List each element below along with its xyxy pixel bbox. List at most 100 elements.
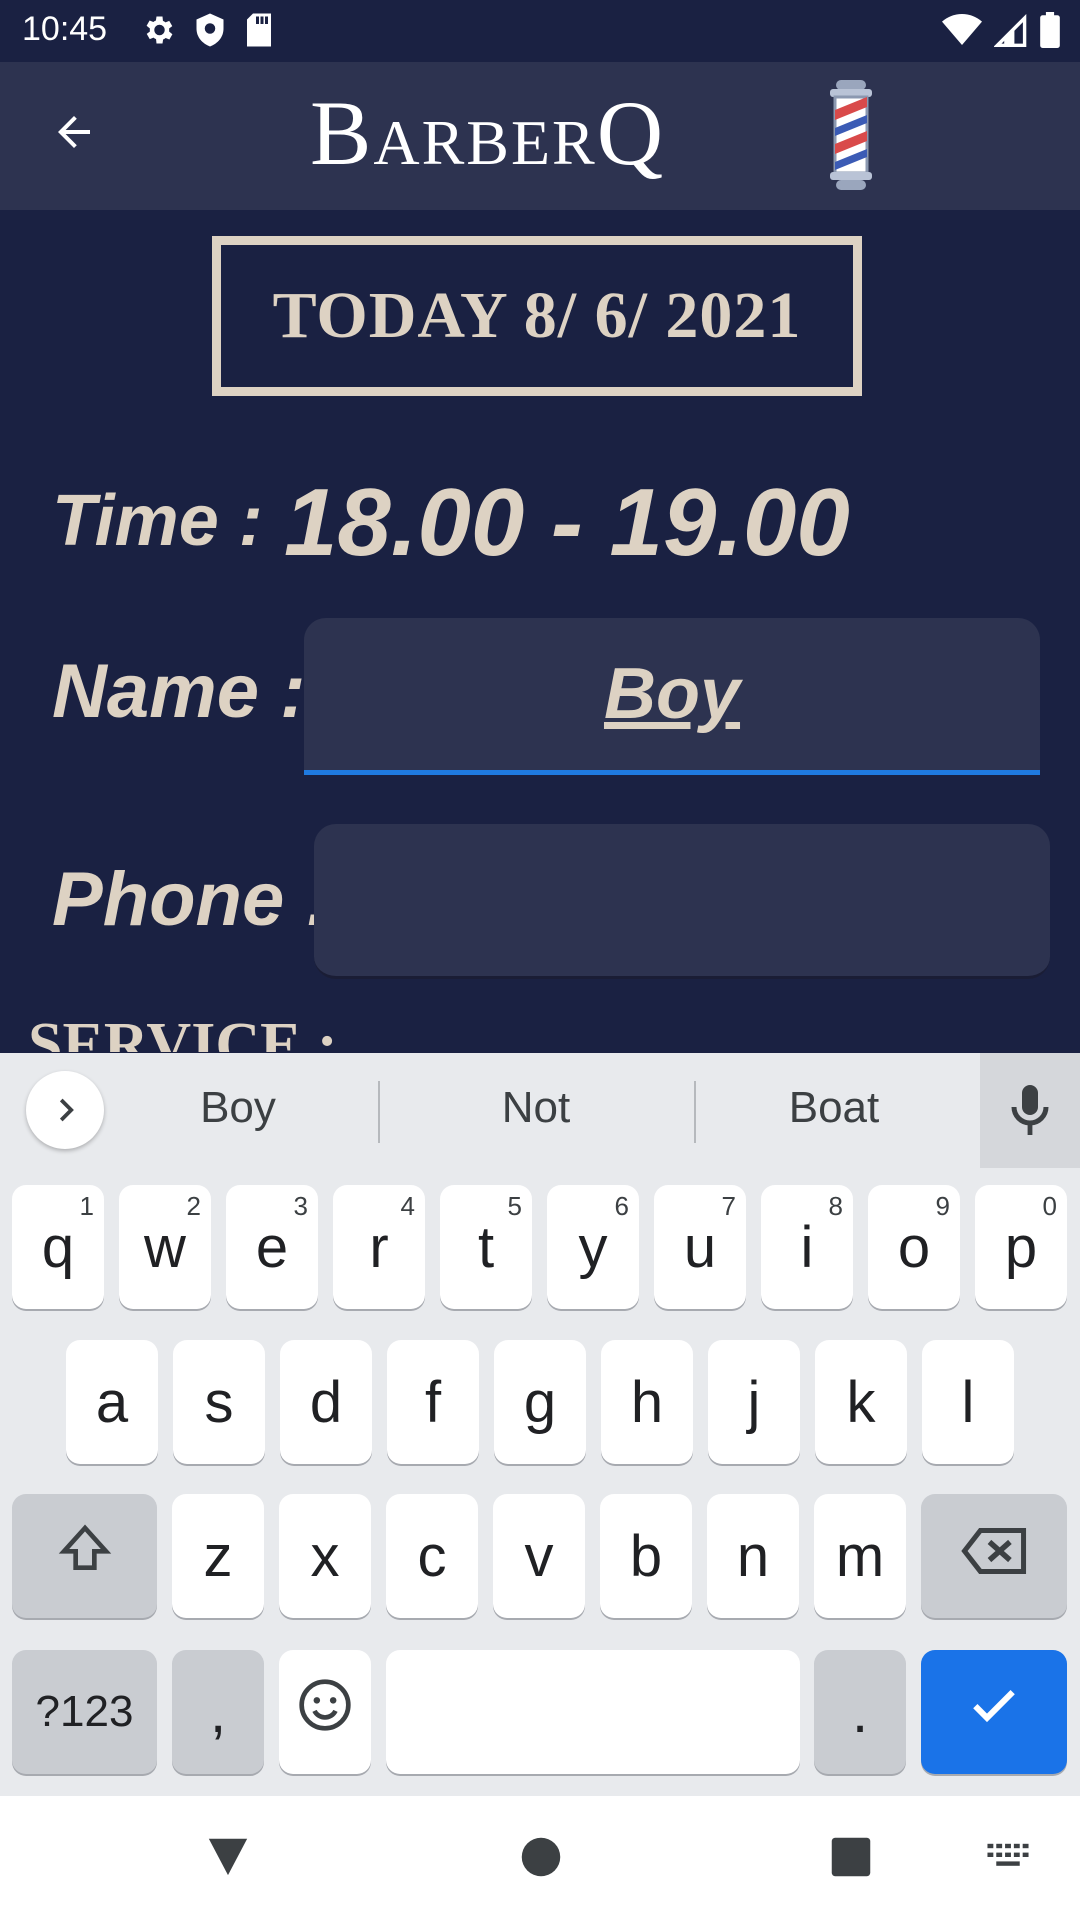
key-q[interactable]: q1 [12,1185,104,1309]
key-label: v [524,1523,554,1589]
arrow-back-icon[interactable] [44,102,104,162]
key-label: h [630,1369,664,1435]
emoji-icon [297,1677,353,1747]
key-w[interactable]: w2 [119,1185,211,1309]
name-label: Name : [52,649,306,734]
key-label: g [523,1369,557,1435]
app-bar: BarberQ [0,62,1080,210]
battery-icon [1040,12,1060,53]
name-input-value: Boy [603,654,741,734]
key-label: o [897,1214,931,1280]
key-label: s [204,1369,234,1435]
key-hint: 3 [293,1191,308,1221]
key-label: f [424,1369,442,1435]
comma-key[interactable]: , [172,1650,264,1774]
key-label: d [309,1369,343,1435]
time-label: Time : [52,481,263,561]
key-label: y [578,1214,608,1280]
time-value: 18.00 - 19.00 [284,469,850,576]
phone-label: Phone : [52,857,331,942]
key-a[interactable]: a [66,1340,158,1464]
wifi-icon [942,13,982,52]
shift-icon [55,1521,115,1591]
key-label: b [629,1523,663,1589]
key-label: j [747,1369,761,1435]
microphone-icon[interactable] [980,1053,1080,1168]
symbols-key[interactable]: ?123 [12,1650,157,1774]
key-label: w [144,1214,186,1280]
key-label: t [477,1214,495,1280]
key-t[interactable]: t5 [440,1185,532,1309]
phone-input[interactable] [314,824,1050,979]
suggestion-3[interactable]: Boat [684,1083,984,1133]
key-label: u [683,1214,717,1280]
key-hint: 5 [507,1191,522,1221]
key-label: e [255,1214,289,1280]
key-b[interactable]: b [600,1494,692,1618]
name-input[interactable]: Boy [304,618,1040,775]
status-bar: 10:45 [0,0,1080,62]
key-l[interactable]: l [922,1340,1014,1464]
cell-signal-icon [993,13,1028,52]
suggestion-1[interactable]: Boy [88,1083,388,1133]
key-z[interactable]: z [172,1494,264,1618]
key-m[interactable]: m [814,1494,906,1618]
key-hint: 8 [828,1191,843,1221]
key-hint: 1 [79,1191,94,1221]
key-f[interactable]: f [387,1340,479,1464]
key-label: p [1004,1214,1038,1280]
sd-card-icon [244,12,274,53]
emoji-key[interactable] [279,1650,371,1774]
key-v[interactable]: v [493,1494,585,1618]
key-label: m [835,1523,885,1589]
key-u[interactable]: u7 [654,1185,746,1309]
backspace-key[interactable] [921,1494,1067,1618]
settings-icon [140,12,176,53]
key-hint: 4 [400,1191,415,1221]
key-e[interactable]: e3 [226,1185,318,1309]
suggestion-strip: Boy Not Boat [0,1053,1080,1168]
suggestion-2[interactable]: Not [386,1083,686,1133]
key-o[interactable]: o9 [868,1185,960,1309]
key-r[interactable]: r4 [333,1185,425,1309]
key-k[interactable]: k [815,1340,907,1464]
recents-square-icon[interactable] [830,1836,872,1883]
key-hint: 0 [1042,1191,1057,1221]
enter-key[interactable] [921,1650,1067,1774]
period-key[interactable]: . [814,1650,906,1774]
key-label: x [310,1523,340,1589]
key-c[interactable]: c [386,1494,478,1618]
app-title: BarberQ [310,82,666,184]
shift-key[interactable] [12,1494,157,1618]
key-h[interactable]: h [601,1340,693,1464]
key-g[interactable]: g [494,1340,586,1464]
key-d[interactable]: d [280,1340,372,1464]
status-time: 10:45 [22,10,108,48]
navigation-bar [0,1796,1080,1920]
on-screen-keyboard: Boy Not Boat ?123 , . q1w2e3r4t5y6u7i8o [0,1053,1080,1796]
home-circle-icon[interactable] [520,1836,562,1883]
key-hint: 9 [935,1191,950,1221]
date-text: TODAY 8/ 6/ 2021 [272,279,802,352]
shield-icon [194,12,226,53]
key-p[interactable]: p0 [975,1185,1067,1309]
space-key[interactable] [386,1650,800,1774]
key-label: i [800,1214,814,1280]
barber-pole-icon [826,80,876,195]
key-label: q [41,1214,75,1280]
key-x[interactable]: x [279,1494,371,1618]
key-j[interactable]: j [708,1340,800,1464]
backspace-icon [959,1523,1029,1590]
key-i[interactable]: i8 [761,1185,853,1309]
key-label: r [369,1214,389,1280]
key-s[interactable]: s [173,1340,265,1464]
key-y[interactable]: y6 [547,1185,639,1309]
key-hint: 6 [614,1191,629,1221]
key-n[interactable]: n [707,1494,799,1618]
key-label: n [736,1523,770,1589]
suggestion-divider [378,1081,380,1143]
key-hint: 2 [186,1191,201,1221]
back-triangle-icon[interactable] [205,1834,251,1883]
checkmark-icon [966,1677,1022,1747]
keyboard-switch-icon[interactable] [986,1842,1030,1877]
